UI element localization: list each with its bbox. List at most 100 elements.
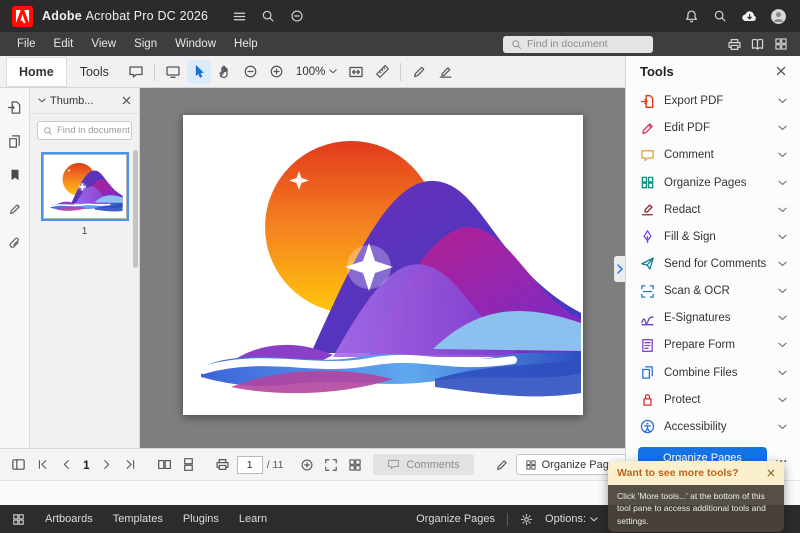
thumbnails-scrollbar[interactable] (133, 150, 138, 268)
tool-item-protect[interactable]: Protect (626, 387, 800, 413)
taskbar-item-templates[interactable]: Templates (113, 513, 163, 525)
previous-page-icon[interactable] (56, 454, 76, 476)
apps-grid-icon[interactable] (12, 513, 25, 526)
close-icon[interactable] (122, 96, 131, 105)
taskbar-item-plugins[interactable]: Plugins (183, 513, 219, 525)
tool-item-comment[interactable]: Comment (626, 142, 800, 168)
pen-tool-icon[interactable] (407, 60, 431, 84)
chevron-down-icon[interactable] (778, 370, 787, 376)
print-icon[interactable] (213, 454, 233, 476)
menu-file[interactable]: File (8, 32, 45, 56)
highlighter-icon[interactable] (433, 60, 457, 84)
pencil-icon[interactable] (4, 198, 26, 220)
chevron-down-icon[interactable] (778, 342, 787, 348)
options-dropdown[interactable]: Options: (545, 513, 598, 525)
bookmarks-icon[interactable] (4, 164, 26, 186)
document-thumbnail[interactable] (40, 152, 129, 221)
apps-grid-icon[interactable] (769, 34, 792, 54)
zoom-level-dropdown[interactable]: 100% (291, 66, 342, 78)
close-icon[interactable] (767, 469, 775, 477)
panel-collapse-arrow[interactable] (614, 256, 625, 282)
sidebar-toggle-icon[interactable] (8, 454, 28, 476)
menu-edit[interactable]: Edit (45, 32, 83, 56)
chevron-down-icon[interactable] (778, 152, 787, 158)
taskbar-context-label[interactable]: Organize Pages (416, 513, 495, 525)
paperclip-attachments-icon[interactable] (4, 232, 26, 254)
tool-item-redact[interactable]: Redact (626, 197, 800, 223)
menu-view[interactable]: View (82, 32, 125, 56)
next-page-icon[interactable] (97, 454, 117, 476)
status-circle-icon[interactable] (287, 6, 307, 26)
chevron-down-icon[interactable] (778, 98, 787, 104)
tab-home[interactable]: Home (6, 56, 67, 87)
tool-item-accessibility[interactable]: Accessibility (626, 414, 800, 440)
continuous-scroll-icon[interactable] (179, 454, 199, 476)
find-in-document-search[interactable]: Find in document (503, 35, 653, 53)
chevron-down-icon[interactable] (778, 261, 787, 267)
notifications-bell-icon[interactable] (681, 6, 701, 26)
zoom-in-icon[interactable] (265, 60, 289, 84)
zoom-in-icon[interactable] (297, 454, 317, 476)
chevron-down-icon[interactable] (778, 424, 787, 430)
tool-item-fill-sign[interactable]: Fill & Sign (626, 224, 800, 250)
tool-item-export-pdf[interactable]: Export PDF (626, 88, 800, 114)
select-pointer-icon[interactable] (186, 59, 211, 84)
grid-view-icon[interactable] (345, 454, 365, 476)
zoom-out-icon[interactable] (239, 60, 263, 84)
chevron-down-icon[interactable] (778, 397, 787, 403)
first-page-icon[interactable] (32, 454, 52, 476)
taskbar-right: Organize Pages Options: (416, 512, 598, 526)
tool-item-organize-pages[interactable]: Organize Pages (626, 170, 800, 196)
chevron-down-icon[interactable] (778, 288, 787, 294)
thumbnails-panel-header: Thumb... (30, 88, 139, 114)
tab-tools[interactable]: Tools (67, 57, 122, 87)
read-mode-icon[interactable] (746, 34, 769, 54)
tools-panel-title: Tools (640, 63, 674, 79)
tool-label: Organize Pages (664, 176, 747, 189)
cloud-sync-icon[interactable] (739, 6, 759, 26)
search-placeholder: Find in document (527, 38, 608, 50)
taskbar-item-learn[interactable]: Learn (239, 513, 267, 525)
gear-icon[interactable] (520, 513, 533, 526)
search-icon[interactable] (710, 6, 730, 26)
close-icon[interactable] (776, 66, 786, 76)
fill-sign-icon (639, 229, 655, 244)
redact-icon (639, 202, 655, 217)
tool-item-e-signatures[interactable]: E-Signatures (626, 305, 800, 331)
display-icon[interactable] (161, 60, 185, 84)
hamburger-menu-icon[interactable] (229, 6, 249, 26)
menu-help[interactable]: Help (225, 32, 267, 56)
tool-item-combine-files[interactable]: Combine Files (626, 360, 800, 386)
menu-window[interactable]: Window (166, 32, 225, 56)
chevron-down-icon[interactable] (778, 125, 787, 131)
comment-bubble-icon[interactable] (124, 60, 148, 84)
fit-width-icon[interactable] (344, 60, 368, 84)
tool-item-edit-pdf[interactable]: Edit PDF (626, 115, 800, 141)
print-icon[interactable] (723, 34, 746, 54)
chevron-down-icon[interactable] (778, 315, 787, 321)
last-page-icon[interactable] (121, 454, 141, 476)
avatar[interactable] (768, 6, 788, 26)
thumbnails-search-input[interactable]: Find in document (37, 121, 132, 140)
chevron-down-icon[interactable] (778, 207, 787, 213)
search-icon[interactable] (258, 6, 278, 26)
chevron-down-icon[interactable] (778, 234, 787, 240)
fit-screen-icon[interactable] (321, 454, 341, 476)
page-thumbnails-icon[interactable] (4, 130, 26, 152)
two-page-view-icon[interactable] (155, 454, 175, 476)
comments-button[interactable]: Comments (373, 454, 474, 475)
tool-item-prepare-form[interactable]: Prepare Form (626, 332, 800, 358)
pen-tool-icon[interactable] (492, 454, 512, 476)
measure-icon[interactable] (370, 60, 394, 84)
menu-sign[interactable]: Sign (125, 32, 166, 56)
hand-pan-icon[interactable] (213, 60, 237, 84)
adobe-logo[interactable] (12, 5, 33, 27)
chevron-down-icon[interactable] (778, 180, 787, 186)
taskbar-item-artboards[interactable]: Artboards (45, 513, 93, 525)
tool-item-scan-ocr[interactable]: Scan & OCR (626, 278, 800, 304)
more-tools-tooltip: Want to see more tools? Click 'More tool… (608, 461, 784, 532)
tool-item-send-for-comments[interactable]: Send for Comments (626, 251, 800, 277)
page-number-input[interactable] (236, 455, 263, 474)
export-page-icon[interactable] (4, 96, 26, 118)
chevron-down-icon[interactable] (38, 98, 46, 103)
